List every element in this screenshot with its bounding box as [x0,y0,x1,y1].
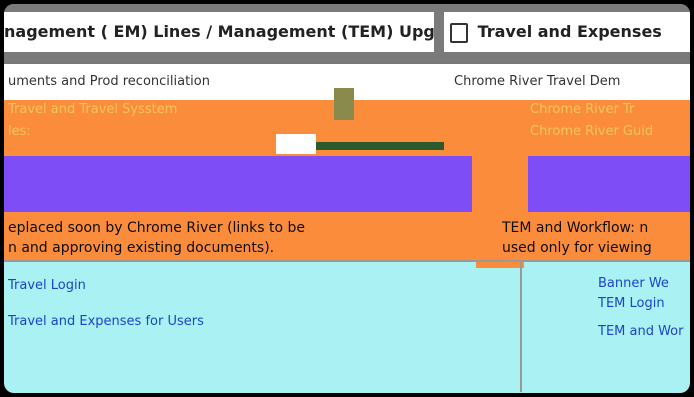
right-link-3[interactable]: TEM and Wor [598,324,683,339]
left-link-1[interactable]: Travel Login [8,278,86,293]
left-sub-label: les: [8,124,31,139]
left-link-2[interactable]: Travel and Expenses for Users [8,314,204,329]
address-left-text: uments and Prod reconciliation [8,74,210,89]
section-divider [4,260,690,262]
olive-marker [334,88,354,120]
right-link-2[interactable]: TEM Login [598,296,665,311]
tab-travel-management[interactable]: nagement ( EM) Lines / Management (TEM) … [4,12,434,52]
left-description-line2: n and approving existing documents). [8,240,275,256]
tab-title: Travel and Expenses [477,22,662,41]
left-heading-link[interactable]: Travel and Travel Sysstem [8,102,177,117]
right-heading-link[interactable]: Chrome River Tr [530,102,634,117]
arrow-head-icon [276,134,316,154]
right-description-line1: TEM and Workflow: n [502,220,649,236]
address-right-text: Chrome River Travel Dem [454,74,621,89]
right-sub-link[interactable]: Chrome River Guid [530,124,653,139]
right-purple-panel [528,156,690,212]
tab-travel-and-expenses[interactable]: Travel and Expenses [444,12,690,52]
tab-bar: nagement ( EM) Lines / Management (TEM) … [4,4,690,62]
left-description-line1: eplaced soon by Chrome River (links to b… [8,220,306,236]
right-link-1[interactable]: Banner We [598,276,669,291]
column-divider [520,262,522,392]
browser-window: nagement ( EM) Lines / Management (TEM) … [4,4,690,393]
screen-frame: nagement ( EM) Lines / Management (TEM) … [0,0,694,397]
left-purple-panel [4,156,472,212]
page-icon [450,22,468,43]
page-content: Travel and Travel Sysstem les: Chrome Ri… [4,88,690,393]
right-description-line2: used only for viewing [502,240,652,256]
tab-title: nagement ( EM) Lines / Management (TEM) … [4,22,434,41]
